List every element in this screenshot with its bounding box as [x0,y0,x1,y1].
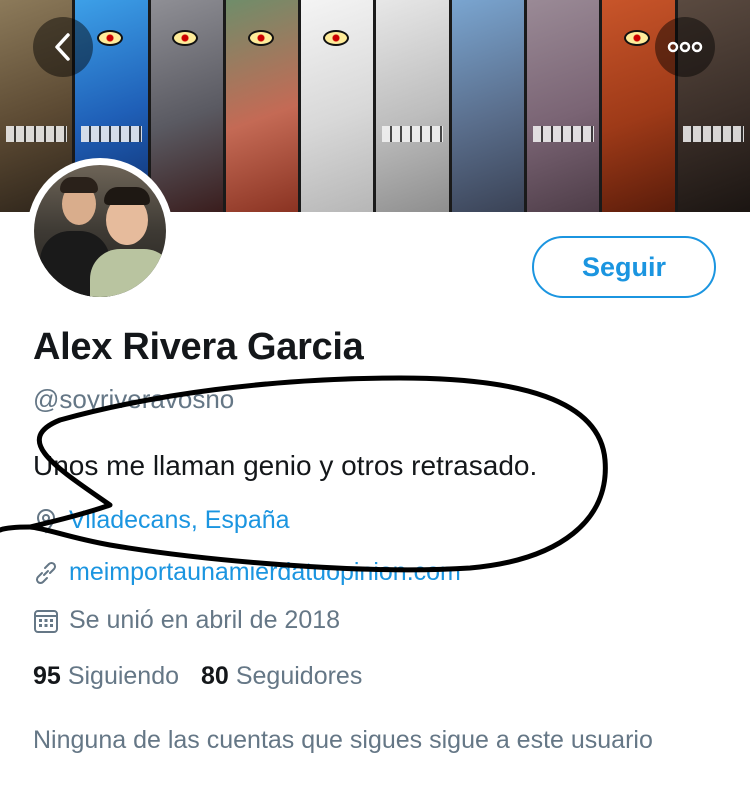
joined-date: Se unió en abril de 2018 [69,606,341,634]
more-horizontal-icon [667,41,703,53]
banner-panel [150,0,226,212]
followers-count[interactable]: 80 [201,662,229,691]
location-text[interactable]: Viladecans, España [69,506,290,535]
back-button[interactable] [33,17,93,77]
mutual-followers-note: Ninguna de las cuentas que sigues sigue … [33,726,653,754]
chevron-left-icon [55,33,70,61]
following-count[interactable]: 95 [33,662,61,691]
calendar-icon [33,608,59,634]
avatar[interactable] [27,158,173,304]
website-row: meimportaunamierdatuopinion.com [33,558,461,587]
location-pin-icon [33,508,59,534]
follow-button[interactable]: Seguir [532,236,716,298]
link-icon [33,560,59,586]
avatar-photo [34,165,166,297]
banner-panel [376,0,452,212]
website-link[interactable]: meimportaunamierdatuopinion.com [69,558,461,587]
more-options-button[interactable] [655,17,715,77]
profile-name: Alex Rivera Garcia [33,326,364,368]
banner-panel [451,0,528,212]
banner-panel [301,0,377,212]
followers-label[interactable]: Seguidores [236,662,362,691]
location-row: Viladecans, España [33,506,290,535]
profile-handle: @soyriveravosno [33,384,235,414]
banner-panel [225,0,302,212]
profile-bio: Unos me llaman genio y otros retrasado. [33,450,538,481]
banner-panel [527,0,603,212]
joined-row: Se unió en abril de 2018 [33,606,340,635]
follow-counts: 95 Siguiendo 80 Seguidores [33,662,384,691]
following-label[interactable]: Siguiendo [68,662,179,691]
